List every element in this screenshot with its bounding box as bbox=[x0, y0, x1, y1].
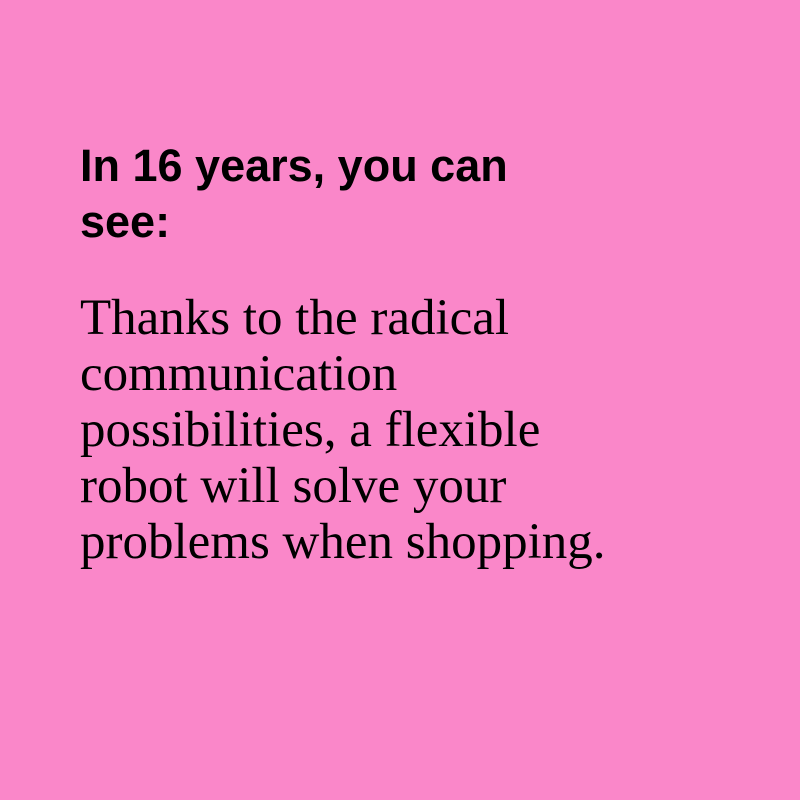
body-line: robot will solve your bbox=[80, 458, 507, 514]
body-line: Thanks to the radical bbox=[80, 290, 510, 346]
card-heading: In 16 years, you can see: bbox=[80, 138, 720, 250]
body-line: possibilities, a flexible bbox=[80, 402, 541, 458]
body-line: problems when shopping. bbox=[80, 514, 606, 570]
prediction-card: In 16 years, you can see: Thanks to the … bbox=[0, 0, 800, 800]
body-line: communication bbox=[80, 346, 398, 402]
heading-line: see: bbox=[80, 196, 171, 247]
card-body-text: Thanks to the radical communication poss… bbox=[80, 290, 720, 570]
heading-line: In 16 years, you can bbox=[80, 140, 508, 191]
